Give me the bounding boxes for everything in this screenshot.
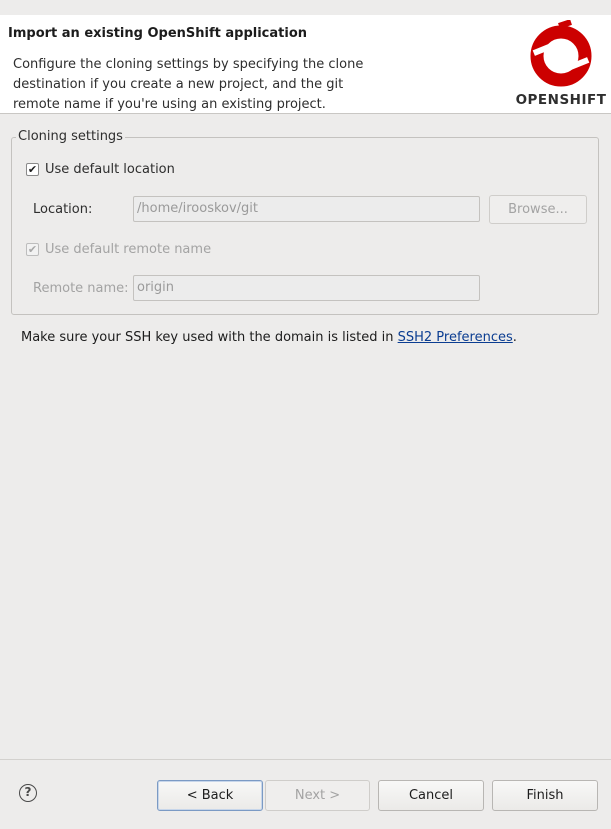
remote-name-input[interactable]: origin: [133, 275, 480, 301]
next-button[interactable]: Next >: [265, 780, 370, 811]
top-strip: [0, 0, 611, 15]
location-label: Location:: [33, 202, 93, 217]
cloning-settings-legend: Cloning settings: [16, 129, 125, 144]
openshift-logo-icon: [530, 19, 592, 87]
footer-separator: [0, 759, 611, 760]
wizard-header: Import an existing OpenShift application…: [0, 15, 611, 114]
use-default-remote-label: Use default remote name: [45, 242, 212, 257]
remote-name-label: Remote name:: [33, 281, 129, 296]
location-input[interactable]: /home/irooskov/git: [133, 196, 480, 222]
ssh-note-text: Make sure your SSH key used with the dom…: [21, 330, 398, 345]
use-default-remote-checkbox[interactable]: ✔: [26, 243, 39, 256]
openshift-logo-text: OPENSHIFT: [515, 92, 607, 108]
ssh-note: Make sure your SSH key used with the dom…: [21, 330, 517, 345]
openshift-logo: OPENSHIFT: [515, 19, 607, 116]
cancel-button[interactable]: Cancel: [378, 780, 484, 811]
use-default-location-checkbox[interactable]: ✔: [26, 163, 39, 176]
help-icon[interactable]: ?: [19, 784, 37, 802]
ssh-note-suffix: .: [512, 330, 517, 345]
back-button[interactable]: < Back: [157, 780, 263, 811]
page-description: Configure the cloning settings by specif…: [13, 57, 364, 112]
browse-button[interactable]: Browse...: [489, 195, 587, 224]
page-title: Import an existing OpenShift application: [8, 26, 308, 41]
finish-button[interactable]: Finish: [492, 780, 598, 811]
ssh2-preferences-link[interactable]: SSH2 Preferences: [398, 330, 513, 345]
use-default-location-label: Use default location: [45, 162, 175, 177]
